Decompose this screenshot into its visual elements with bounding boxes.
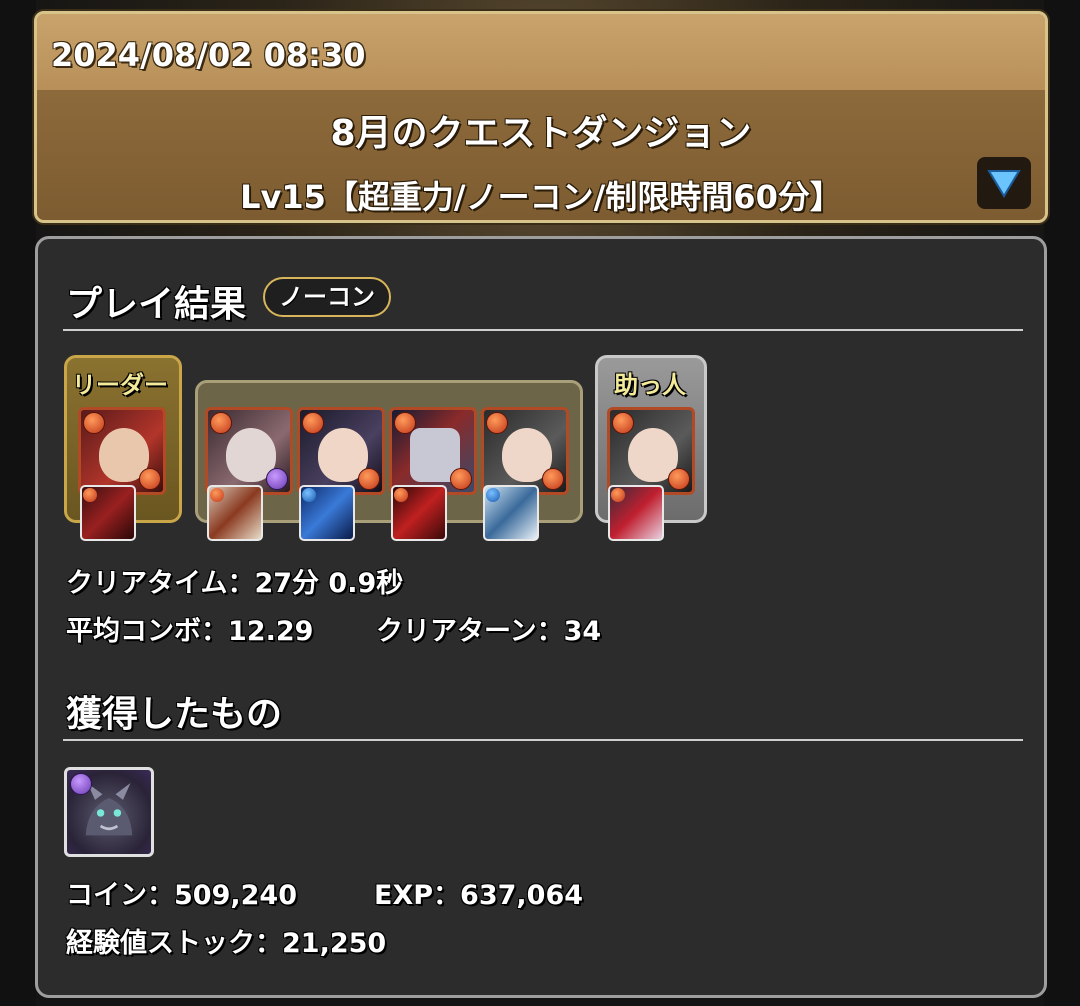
no-continue-badge: ノーコン — [263, 277, 391, 317]
team-monster-2[interactable] — [297, 407, 385, 495]
helper-monster[interactable] — [607, 407, 695, 495]
average-combo: 平均コンボ：12.29 — [66, 616, 314, 647]
fire-attribute-icon — [394, 488, 408, 502]
water-attribute-icon — [486, 488, 500, 502]
dark-attribute-icon — [70, 773, 92, 795]
dungeon-subtitle: Lv15【超重力/ノーコン/制限時間60分】 — [240, 178, 842, 216]
expand-button[interactable] — [977, 157, 1031, 209]
team-monster-1[interactable] — [205, 407, 293, 495]
fire-subattribute-icon — [139, 468, 161, 490]
fire-subattribute-icon — [358, 468, 380, 490]
rewards-heading: 獲得したもの — [66, 694, 283, 735]
leader-monster[interactable] — [78, 407, 166, 495]
fire-attribute-icon — [210, 412, 232, 434]
dark-subattribute-icon — [266, 468, 288, 490]
team-assist-4[interactable] — [483, 485, 539, 541]
team-monster-3[interactable] — [389, 407, 477, 495]
fire-attribute-icon — [611, 488, 625, 502]
fire-attribute-icon — [612, 412, 634, 434]
clear-turns: クリアターン：34 — [376, 616, 602, 647]
team-assist-3[interactable] — [391, 485, 447, 541]
dungeon-header: 2024/08/02 08:30 8月のクエストダンジョン Lv15【超重力/ノ… — [34, 11, 1048, 223]
fire-attribute-icon — [210, 488, 224, 502]
leader-assist[interactable] — [80, 485, 136, 541]
play-datetime: 2024/08/02 08:30 — [37, 14, 1045, 90]
fire-attribute-icon — [394, 412, 416, 434]
fire-subattribute-icon — [542, 468, 564, 490]
water-attribute-icon — [302, 488, 316, 502]
fire-attribute-icon — [83, 488, 97, 502]
fire-attribute-icon — [302, 412, 324, 434]
fire-subattribute-icon — [668, 468, 690, 490]
triangle-down-icon — [987, 170, 1021, 198]
divider — [63, 739, 1023, 741]
team-assist-1[interactable] — [207, 485, 263, 541]
exp-earned: EXP：637,064 — [374, 880, 584, 911]
divider — [63, 329, 1023, 331]
dungeon-info: 8月のクエストダンジョン Lv15【超重力/ノーコン/制限時間60分】 — [37, 90, 1045, 220]
fire-attribute-icon — [83, 412, 105, 434]
fire-attribute-icon — [486, 412, 508, 434]
leader-label: リーダー — [72, 371, 168, 399]
dropped-monster[interactable] — [64, 767, 154, 857]
play-result-heading: プレイ結果 — [66, 284, 247, 325]
result-panel: プレイ結果 ノーコン リーダー 助っ人 クリアタイム：27分 0.9秒 平均コン… — [35, 236, 1047, 998]
fire-subattribute-icon — [450, 468, 472, 490]
clear-time: クリアタイム：27分 0.9秒 — [66, 568, 404, 599]
team-assist-2[interactable] — [299, 485, 355, 541]
background-left-edge — [0, 0, 36, 1006]
helper-assist[interactable] — [608, 485, 664, 541]
team-monster-4[interactable] — [481, 407, 569, 495]
coins-earned: コイン：509,240 — [66, 880, 297, 911]
background-right-edge — [1044, 0, 1080, 1006]
dungeon-title: 8月のクエストダンジョン — [330, 113, 752, 154]
exp-stock: 経験値ストック：21,250 — [66, 928, 387, 959]
helper-label: 助っ人 — [614, 371, 686, 399]
